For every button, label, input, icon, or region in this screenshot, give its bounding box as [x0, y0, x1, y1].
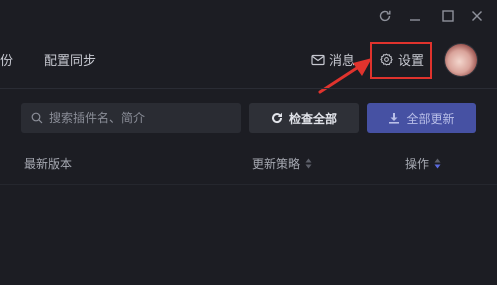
- column-actions-label: 操作: [405, 157, 430, 171]
- search-box[interactable]: [21, 103, 241, 133]
- maximize-icon: [442, 10, 454, 22]
- annotation-arrow-icon: [318, 58, 372, 94]
- sort-icon[interactable]: [305, 158, 312, 169]
- tab-backup[interactable]: 份: [0, 50, 13, 69]
- download-icon: [389, 113, 400, 124]
- check-all-button[interactable]: 检查全部: [249, 103, 359, 133]
- update-all-button[interactable]: 全部更新: [367, 103, 476, 133]
- column-latest-version-label: 最新版本: [24, 157, 73, 171]
- tab-config-sync[interactable]: 配置同步: [44, 50, 96, 69]
- header-divider: [0, 88, 497, 89]
- maximize-button[interactable]: [438, 6, 458, 26]
- minimize-icon: [410, 19, 420, 21]
- table-header-divider: [0, 184, 497, 185]
- refresh-icon: [379, 10, 391, 22]
- search-icon: [31, 112, 43, 124]
- minimize-button[interactable]: [405, 6, 425, 26]
- column-actions[interactable]: 操作: [405, 155, 441, 172]
- column-latest-version: 最新版本: [24, 155, 72, 172]
- update-all-label: 全部更新: [406, 111, 455, 126]
- column-update-policy-label: 更新策略: [252, 157, 301, 171]
- sort-icon[interactable]: [434, 158, 441, 169]
- search-input[interactable]: [49, 111, 229, 125]
- close-icon: [472, 11, 482, 21]
- refresh-button[interactable]: [375, 6, 395, 26]
- close-button[interactable]: [467, 6, 487, 26]
- refresh-icon: [272, 112, 282, 124]
- settings-highlight-box: [370, 42, 432, 79]
- check-all-label: 检查全部: [288, 111, 337, 126]
- avatar[interactable]: [445, 44, 477, 76]
- column-update-policy[interactable]: 更新策略: [252, 155, 312, 172]
